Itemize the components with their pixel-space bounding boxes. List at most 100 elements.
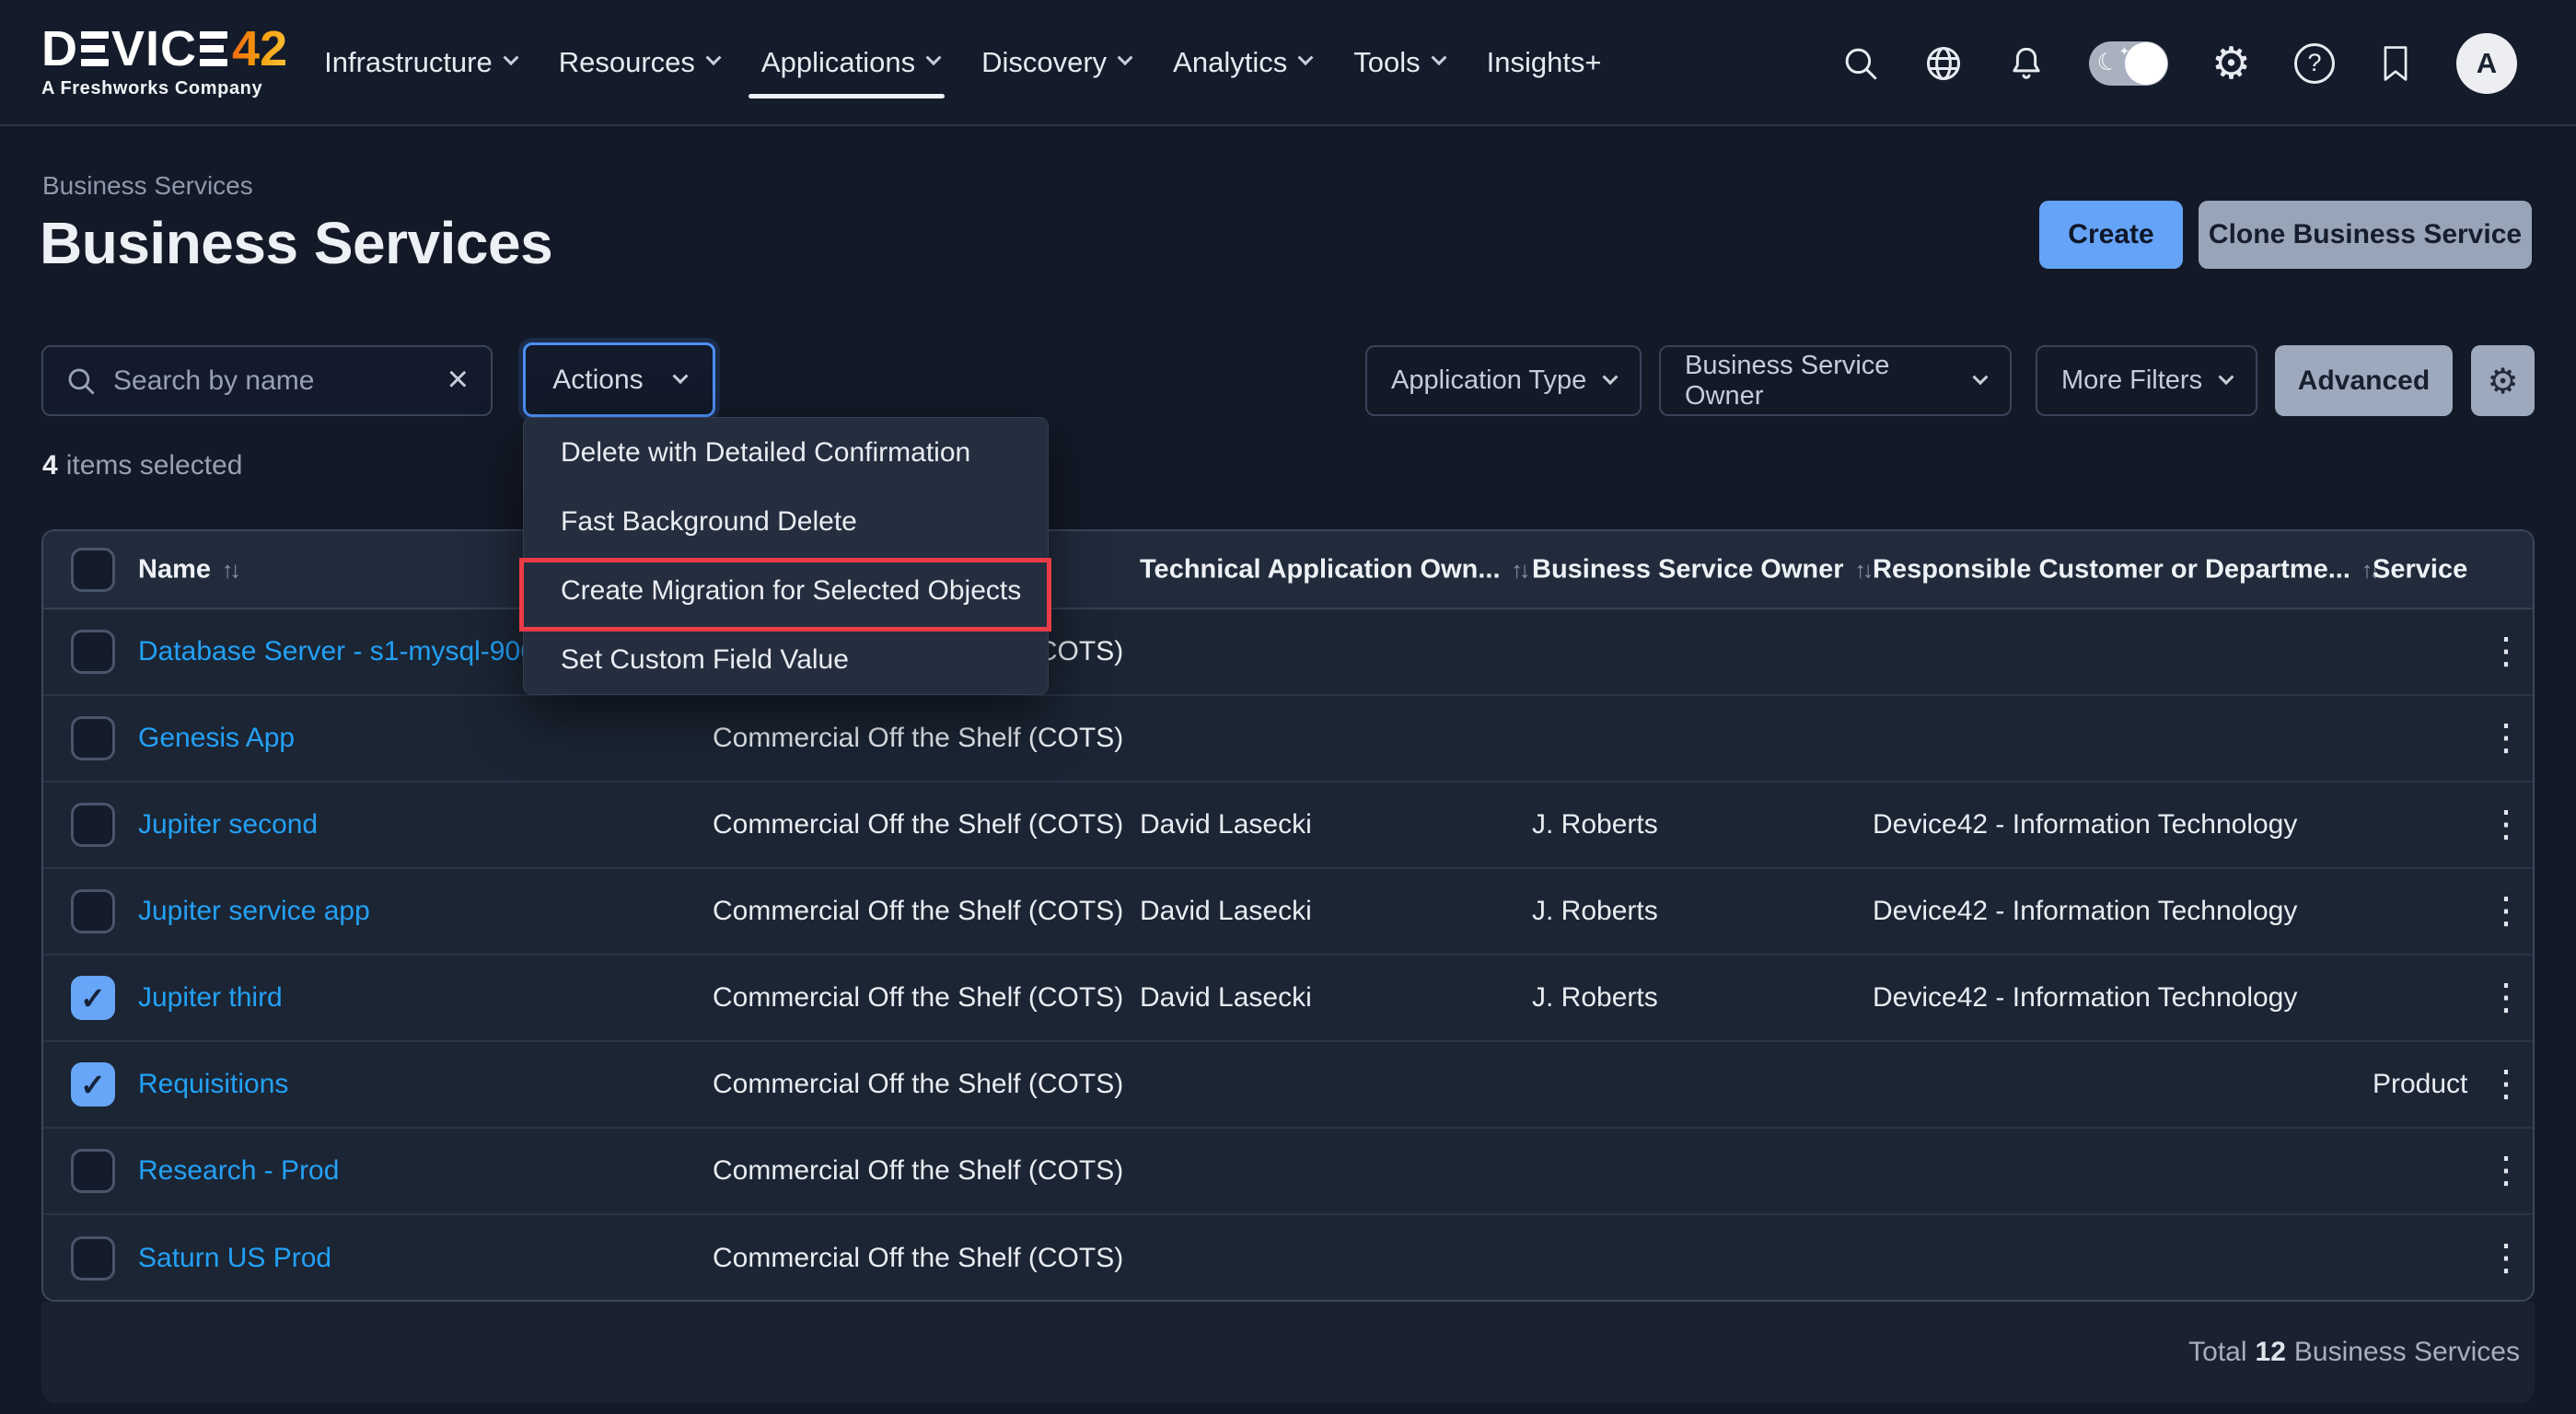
menu-item-delete-with-detailed-confirmation[interactable]: Delete with Detailed Confirmation [524,418,1048,487]
row-menu-button[interactable]: ⋮ [2488,893,2524,931]
actions-dropdown-menu: Delete with Detailed Confirmation Fast B… [523,417,1049,695]
search-placeholder: Search by name [113,365,447,397]
menu-item-create-migration-for-selected-objects[interactable]: Create Migration for Selected Objects [524,556,1048,625]
business-service-link[interactable]: Saturn US Prod [138,1243,331,1273]
technical-owner-cell: David Lasecki [1140,982,1312,1014]
business-service-link[interactable]: Research - Prod [138,1155,339,1186]
sort-icon: ↑↓ [1512,557,1527,583]
business-service-owner-cell: J. Roberts [1532,982,1658,1014]
nav-item-resources[interactable]: Resources [559,0,719,124]
business-service-link[interactable]: Jupiter service app [138,896,370,926]
nav-item-infrastructure[interactable]: Infrastructure [324,0,516,124]
kebab-icon: ⋮ [2488,1237,2524,1280]
advanced-filters-button[interactable]: Advanced [2275,345,2453,416]
menu-item-set-custom-field-value[interactable]: Set Custom Field Value [524,625,1048,694]
chevron-down-icon [926,50,942,65]
business-service-link[interactable]: Jupiter third [138,982,283,1013]
table-row: Saturn US Prod Commercial Off the Shelf … [43,1215,2533,1302]
nav-item-discovery[interactable]: Discovery [981,0,1131,124]
sort-icon: ↑↓ [222,557,238,583]
row-menu-button[interactable]: ⋮ [2488,720,2524,758]
row-menu-button[interactable]: ⋮ [2488,806,2524,844]
table-row: Genesis App Commercial Off the Shelf (CO… [43,696,2533,782]
responsible-customer-cell: Device42 - Information Technology [1873,809,2297,840]
filter-application-type[interactable]: Application Type [1365,345,1642,416]
row-menu-button[interactable]: ⋮ [2488,633,2524,671]
row-menu-button[interactable]: ⋮ [2488,1153,2524,1190]
nav-item-insights[interactable]: Insights+ [1487,0,1602,124]
user-avatar[interactable]: A [2456,33,2517,94]
row-checkbox[interactable] [71,803,115,847]
column-header-responsible-customer[interactable]: Responsible Customer or Departme...↑↓ [1873,554,2377,585]
device42-logo[interactable]: D VIC 42 A Freshworks Company [41,25,287,99]
search-icon[interactable] [1841,44,1880,83]
row-checkbox[interactable] [71,630,115,674]
business-service-link[interactable]: Database Server - s1-mysql-9062.c [138,636,573,666]
actions-dropdown-button[interactable]: Actions [523,342,715,417]
column-header-business-service-owner[interactable]: Business Service Owner↑↓ [1532,554,1871,585]
clone-business-service-button[interactable]: Clone Business Service [2199,201,2532,269]
kebab-icon: ⋮ [2488,977,2524,1019]
clear-search-icon[interactable]: × [447,361,469,398]
page-title: Business Services [40,209,552,277]
chevron-down-icon [705,50,721,65]
row-checkbox[interactable] [71,1062,115,1107]
business-service-link[interactable]: Genesis App [138,723,295,753]
total-count: 12 [2256,1337,2286,1368]
search-input[interactable]: Search by name × [41,345,493,416]
nav-item-tools[interactable]: Tools [1353,0,1444,124]
row-checkbox[interactable] [71,976,115,1020]
business-service-owner-cell: J. Roberts [1532,809,1658,840]
chevron-down-icon [1298,50,1314,65]
main-menu: Infrastructure Resources Applications Di… [324,0,1601,124]
row-menu-button[interactable]: ⋮ [2488,979,2524,1017]
column-header-name[interactable]: Name↑↓ [138,554,238,585]
table-footer: Total 12 Business Services [41,1302,2535,1403]
kebab-icon: ⋮ [2488,717,2524,759]
total-prefix: Total [2188,1337,2246,1368]
filter-business-service-owner[interactable]: Business Service Owner [1659,345,2012,416]
help-icon[interactable]: ? [2294,43,2335,84]
business-service-link[interactable]: Jupiter second [138,809,318,840]
row-checkbox[interactable] [71,889,115,933]
business-service-link[interactable]: Requisitions [138,1069,288,1099]
row-checkbox[interactable] [71,1236,115,1281]
nav-item-analytics[interactable]: Analytics [1173,0,1311,124]
technical-owner-cell: David Lasecki [1140,809,1312,840]
service-cell: Product [2373,1069,2467,1100]
column-header-technical-owner[interactable]: Technical Application Own...↑↓ [1140,554,1527,585]
menu-item-fast-background-delete[interactable]: Fast Background Delete [524,487,1048,556]
column-header-service[interactable]: Service [2373,554,2467,585]
bookmark-icon[interactable] [2378,44,2413,83]
row-menu-button[interactable]: ⋮ [2488,1066,2524,1104]
kebab-icon: ⋮ [2488,1150,2524,1192]
table-row: Jupiter third Commercial Off the Shelf (… [43,956,2533,1042]
settings-gear-icon[interactable]: ⚙ [2211,41,2251,86]
table-header-row: Name↑↓ Technical Application Own...↑↓ Bu… [43,531,2533,609]
row-checkbox[interactable] [71,1149,115,1193]
table-row: Database Server - s1-mysql-9062.c Commer… [43,609,2533,696]
notifications-bell-icon[interactable] [2007,44,2046,83]
top-navbar: D VIC 42 A Freshworks Company Infrastruc… [0,0,2576,126]
table-row: Requisitions Commercial Off the Shelf (C… [43,1042,2533,1129]
logo-tagline: A Freshworks Company [41,78,287,99]
row-menu-button[interactable]: ⋮ [2488,1240,2524,1278]
filter-more-filters[interactable]: More Filters [2036,345,2257,416]
create-button[interactable]: Create [2039,201,2183,269]
select-all-checkbox[interactable] [71,548,115,592]
search-icon [65,365,97,397]
device42-wordmark: D VIC 42 [41,25,287,73]
row-checkbox[interactable] [71,716,115,760]
theme-toggle[interactable]: ☾ ✦ [2089,41,2168,86]
responsible-customer-cell: Device42 - Information Technology [1873,982,2297,1014]
moon-icon: ☾ [2094,46,2122,79]
application-type-cell: Commercial Off the Shelf (COTS) [713,723,1123,754]
logo-stylized-e-icon [81,31,109,66]
breadcrumb[interactable]: Business Services [42,171,253,201]
globe-icon[interactable] [1923,43,1964,84]
nav-item-applications[interactable]: Applications [761,0,939,124]
toggle-knob [2125,42,2167,85]
table-settings-button[interactable]: ⚙ [2471,345,2535,416]
responsible-customer-cell: Device42 - Information Technology [1873,896,2297,927]
application-type-cell: Commercial Off the Shelf (COTS) [713,896,1123,927]
